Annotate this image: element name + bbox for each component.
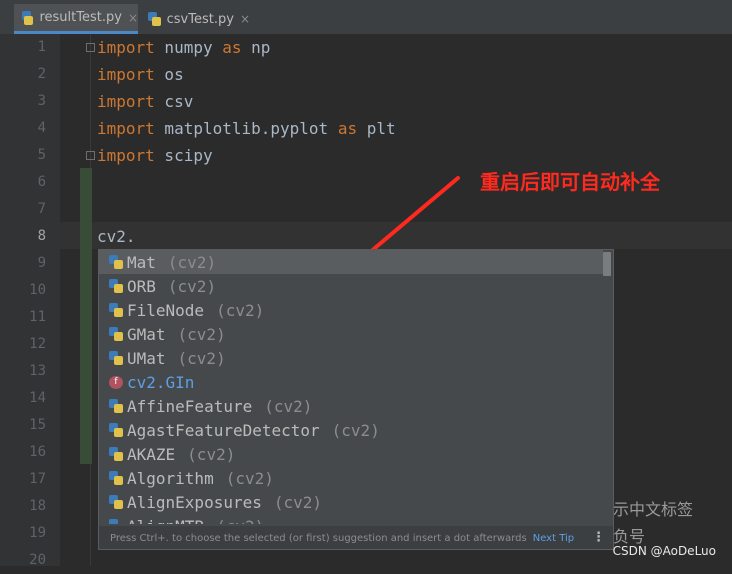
- completion-item-name: AlignExposures: [127, 492, 262, 512]
- completion-item-module: (cv2): [273, 492, 323, 512]
- completion-item-module: (cv2): [216, 517, 264, 525]
- completion-item-name: Algorithm: [127, 468, 214, 488]
- python-class-icon: [109, 399, 123, 413]
- completion-item[interactable]: AgastFeatureDetector (cv2): [99, 418, 603, 442]
- next-tip-link[interactable]: Next Tip: [533, 533, 574, 544]
- completion-item-name: AlignMTB: [127, 517, 204, 525]
- completion-item-name: ORB: [127, 276, 156, 296]
- python-class-icon: [109, 447, 123, 461]
- completion-item-name: UMat: [127, 348, 166, 368]
- completion-item-name: cv2.GIn: [127, 372, 195, 392]
- python-class-icon: [109, 471, 123, 485]
- completion-item-module: (cv2): [187, 444, 236, 464]
- completion-item[interactable]: AlignExposures (cv2): [99, 490, 603, 514]
- python-class-icon: [109, 519, 123, 524]
- completion-item[interactable]: Algorithm (cv2): [99, 466, 603, 490]
- completion-item[interactable]: ORB (cv2): [99, 274, 603, 298]
- completion-item-module: (cv2): [167, 252, 217, 272]
- completion-item-module: (cv2): [177, 324, 226, 344]
- completion-item-module: (cv2): [264, 396, 313, 416]
- python-class-icon: [109, 495, 123, 509]
- completion-item[interactable]: GMat (cv2): [99, 322, 603, 346]
- completion-item[interactable]: FileNode (cv2): [99, 298, 603, 322]
- completion-item-name: AKAZE: [127, 444, 176, 464]
- completion-item-module: (cv2): [331, 420, 380, 440]
- completion-item-module: (cv2): [177, 348, 226, 368]
- completion-item-name: Mat: [127, 252, 156, 272]
- python-class-icon: [109, 303, 123, 317]
- completion-list[interactable]: Mat (cv2) ORB (cv2) FileNode (cv2) GMat (cv2) UM…: [99, 250, 603, 524]
- completion-item-name: GMat: [127, 324, 166, 344]
- completion-item-module: (cv2): [225, 468, 274, 488]
- completion-item[interactable]: AlignMTB (cv2): [99, 514, 603, 524]
- more-options-icon[interactable]: ⋮: [592, 530, 605, 545]
- watermark: CSDN @AoDeLuo: [612, 544, 716, 558]
- python-class-icon: [109, 423, 123, 437]
- python-class-icon: [109, 351, 123, 365]
- python-class-icon: [109, 279, 123, 293]
- completion-item[interactable]: f cv2.GIn: [99, 370, 603, 394]
- completion-item-module: (cv2): [167, 276, 217, 296]
- completion-scrollbar[interactable]: [603, 252, 611, 276]
- completion-item[interactable]: AKAZE (cv2): [99, 442, 603, 466]
- completion-item-name: AgastFeatureDetector: [127, 420, 320, 440]
- completion-item[interactable]: Mat (cv2): [99, 250, 603, 274]
- python-class-icon: [109, 255, 123, 269]
- completion-item[interactable]: UMat (cv2): [99, 346, 603, 370]
- function-icon: f: [109, 375, 123, 389]
- completion-item-name: AffineFeature: [127, 396, 253, 416]
- python-class-icon: [109, 327, 123, 341]
- code-completion-popup[interactable]: Mat (cv2) ORB (cv2) FileNode (cv2) GMat (cv2) UM…: [98, 249, 614, 550]
- completion-footer: Press Ctrl+. to choose the selected (or …: [99, 526, 613, 549]
- completion-item-name: FileNode: [127, 300, 205, 320]
- completion-item[interactable]: AffineFeature (cv2): [99, 394, 603, 418]
- completion-hint: Press Ctrl+. to choose the selected (or …: [110, 532, 527, 544]
- completion-item-module: (cv2): [216, 300, 265, 320]
